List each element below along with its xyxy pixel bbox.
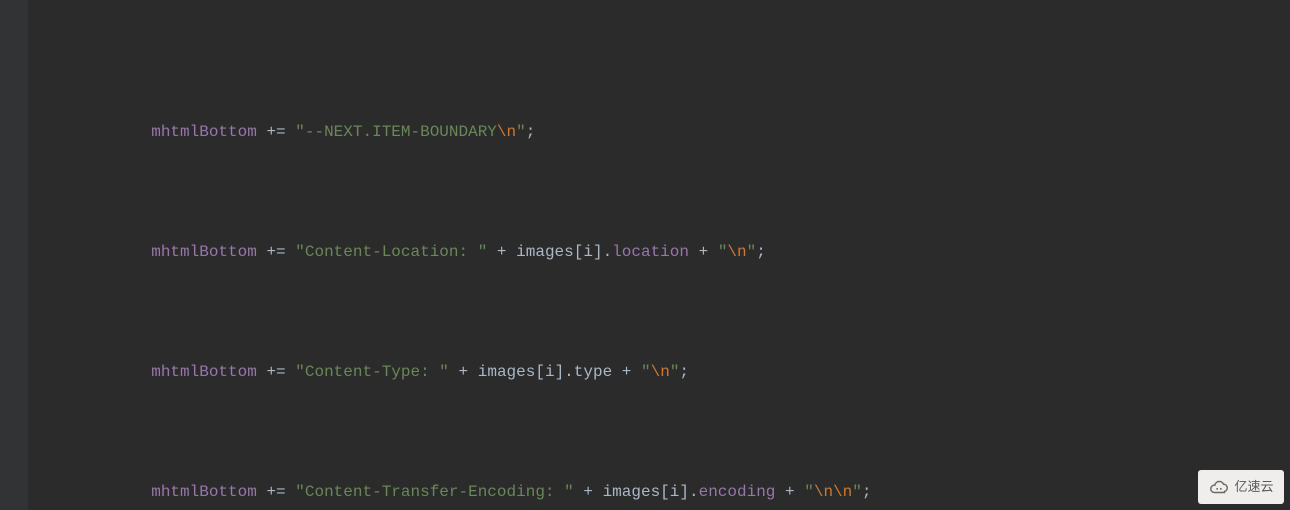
code-line: mhtmlBottom += "Content-Type: " + images…: [36, 360, 1290, 384]
watermark-badge: 亿速云: [1198, 470, 1284, 504]
variable: mhtmlBottom: [151, 123, 257, 141]
editor-gutter: [0, 0, 28, 510]
code-line: mhtmlBottom += "--NEXT.ITEM-BOUNDARY\n";: [36, 120, 1290, 144]
watermark-text: 亿速云: [1234, 475, 1273, 499]
cloud-icon: [1208, 476, 1230, 498]
code-editor[interactable]: mhtmlBottom += "--NEXT.ITEM-BOUNDARY\n";…: [0, 0, 1290, 510]
code-line: mhtmlBottom += "Content-Transfer-Encodin…: [36, 480, 1290, 504]
code-line: mhtmlBottom += "Content-Location: " + im…: [36, 240, 1290, 264]
